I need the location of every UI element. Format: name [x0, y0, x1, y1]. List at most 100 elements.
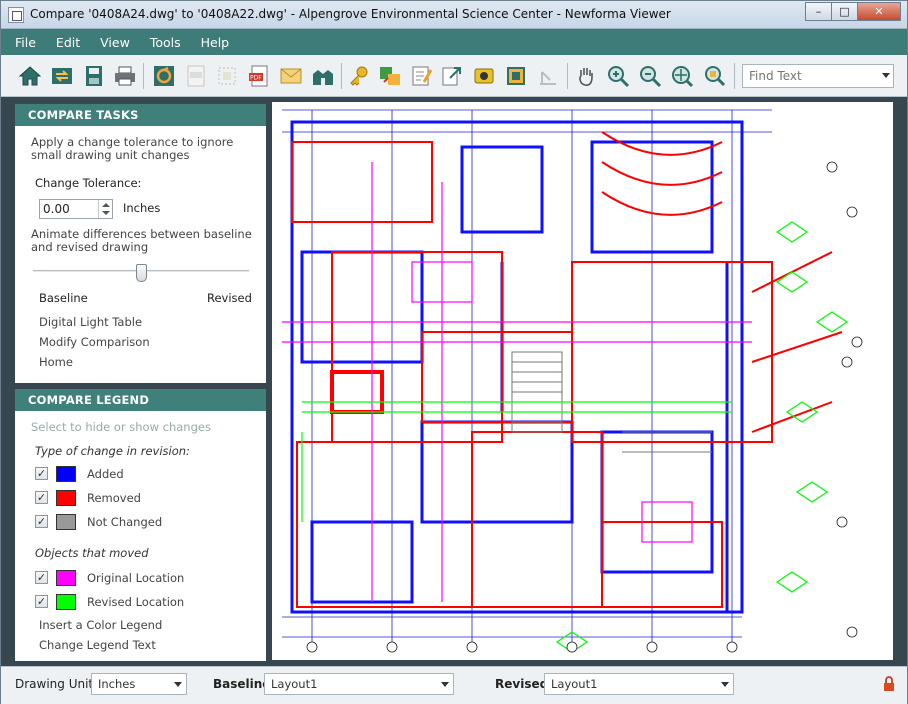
save-icon	[82, 64, 106, 88]
chevron-down-icon[interactable]	[174, 682, 182, 687]
animate-slider-thumb[interactable]	[136, 264, 147, 282]
title-bar: Compare '0408A24.dwg' to '0408A22.dwg' -…	[1, 1, 907, 29]
find-text-input[interactable]	[743, 65, 873, 87]
markup-icon	[410, 64, 434, 88]
menu-edit[interactable]: Edit	[56, 35, 80, 50]
zoom-out-button[interactable]	[637, 63, 663, 89]
moved-heading: Objects that moved	[35, 546, 149, 560]
menu-file[interactable]: File	[15, 35, 36, 50]
svg-text:PDF: PDF	[250, 75, 262, 82]
spin-up-icon[interactable]	[102, 203, 110, 207]
home-button[interactable]	[17, 63, 43, 89]
fit-button[interactable]	[503, 63, 529, 89]
revised-label: Revised	[495, 677, 548, 691]
key-button[interactable]	[346, 63, 372, 89]
pan-button[interactable]	[573, 63, 599, 89]
not-changed-checkbox[interactable]: ✓	[35, 515, 48, 528]
compare-legend-header[interactable]: COMPARE LEGEND	[15, 389, 266, 411]
digital-light-table-link[interactable]: Digital Light Table	[39, 315, 142, 329]
compare-tasks-panel: COMPARE TASKS Apply a change tolerance t…	[15, 104, 266, 383]
spinner-arrows[interactable]	[98, 200, 112, 218]
zoom-fit-button[interactable]	[669, 63, 695, 89]
original-location-swatch	[56, 570, 76, 586]
original-location-label: Original Location	[87, 571, 184, 585]
export-pdf-button[interactable]: PDF	[246, 63, 272, 89]
slider-baseline-label: Baseline	[39, 291, 88, 305]
lock-icon[interactable]	[883, 676, 895, 692]
refresh-icon	[152, 64, 176, 88]
revised-location-checkbox[interactable]: ✓	[35, 595, 48, 608]
change-legend-text-link[interactable]: Change Legend Text	[39, 638, 156, 652]
drawing-unit-label: Drawing Unit	[15, 677, 93, 691]
sync-button[interactable]	[49, 63, 75, 89]
change-tolerance-label: Change Tolerance:	[35, 176, 141, 190]
baseline-layout-value: Layout1	[271, 677, 317, 691]
insert-color-legend-link[interactable]: Insert a Color Legend	[39, 618, 162, 632]
calibrate-button[interactable]	[535, 63, 561, 89]
revised-location-swatch	[56, 594, 76, 610]
export-button[interactable]	[439, 63, 465, 89]
revised-layout-select[interactable]: Layout1	[544, 673, 734, 695]
measure-icon	[472, 64, 496, 88]
print-icon	[113, 64, 137, 88]
spin-down-icon[interactable]	[102, 211, 110, 215]
legend-hint: Select to hide or show changes	[31, 420, 211, 434]
objects-revised-location	[302, 222, 847, 652]
not-changed-label: Not Changed	[87, 515, 162, 529]
compare-tasks-header[interactable]: COMPARE TASKS	[15, 104, 266, 126]
export-icon	[440, 64, 464, 88]
window-controls: – □ ✕	[805, 2, 901, 21]
calibrate-disabled-icon	[536, 64, 560, 88]
added-checkbox[interactable]: ✓	[35, 467, 48, 480]
pdf-button[interactable]	[183, 63, 209, 89]
print-button[interactable]	[112, 63, 138, 89]
animate-help-line-1: Animate differences between baseline	[31, 227, 252, 241]
markup-button[interactable]	[409, 63, 435, 89]
tolerance-help-line-1: Apply a change tolerance to ignore	[31, 135, 233, 149]
close-button[interactable]: ✕	[857, 2, 901, 21]
change-tolerance-spinner[interactable]	[39, 199, 113, 219]
slider-revised-label: Revised	[207, 291, 252, 305]
menu-view[interactable]: View	[100, 35, 130, 50]
chevron-down-icon[interactable]	[441, 682, 449, 687]
original-location-checkbox[interactable]: ✓	[35, 571, 48, 584]
zoom-in-button[interactable]	[605, 63, 631, 89]
save-button[interactable]	[81, 63, 107, 89]
home-icon	[18, 64, 42, 88]
refresh-button[interactable]	[151, 63, 177, 89]
window-title: Compare '0408A24.dwg' to '0408A22.dwg' -…	[30, 7, 671, 21]
crop-disabled-icon	[215, 64, 239, 88]
building-button[interactable]	[310, 63, 336, 89]
menu-help[interactable]: Help	[201, 35, 230, 50]
grid-bubbles	[307, 162, 862, 652]
crop-button[interactable]	[214, 63, 240, 89]
drawing-unit-value: Inches	[98, 677, 135, 691]
email-button[interactable]	[278, 63, 304, 89]
tolerance-help-line-2: small drawing unit changes	[31, 148, 189, 162]
modify-comparison-link[interactable]: Modify Comparison	[39, 335, 150, 349]
chevron-down-icon[interactable]	[882, 73, 890, 78]
drawing-unit-select[interactable]: Inches	[91, 673, 187, 695]
zoom-window-button[interactable]	[701, 63, 727, 89]
home-link[interactable]: Home	[39, 355, 73, 369]
change-tolerance-input[interactable]	[40, 200, 96, 218]
chevron-down-icon[interactable]	[721, 682, 729, 687]
drawing-grid	[282, 110, 772, 647]
not-changed-swatch	[56, 514, 76, 530]
menu-tools[interactable]: Tools	[150, 35, 181, 50]
measure-button[interactable]	[471, 63, 497, 89]
toolbar-separator	[341, 63, 342, 89]
removed-label: Removed	[87, 491, 141, 505]
zoom-fit-icon	[670, 64, 694, 88]
removed-checkbox[interactable]: ✓	[35, 491, 48, 504]
baseline-layout-select[interactable]: Layout1	[264, 673, 454, 695]
floor-plan-drawing[interactable]	[272, 102, 893, 660]
find-text-combobox[interactable]	[742, 64, 894, 88]
maximize-button[interactable]: □	[831, 2, 858, 21]
animate-help-line-2: and revised drawing	[31, 240, 148, 254]
drawing-canvas[interactable]	[272, 102, 893, 660]
minimize-button[interactable]: –	[805, 2, 832, 21]
transfer-button[interactable]	[377, 63, 403, 89]
removed-swatch	[56, 490, 76, 506]
fit-icon	[504, 64, 528, 88]
